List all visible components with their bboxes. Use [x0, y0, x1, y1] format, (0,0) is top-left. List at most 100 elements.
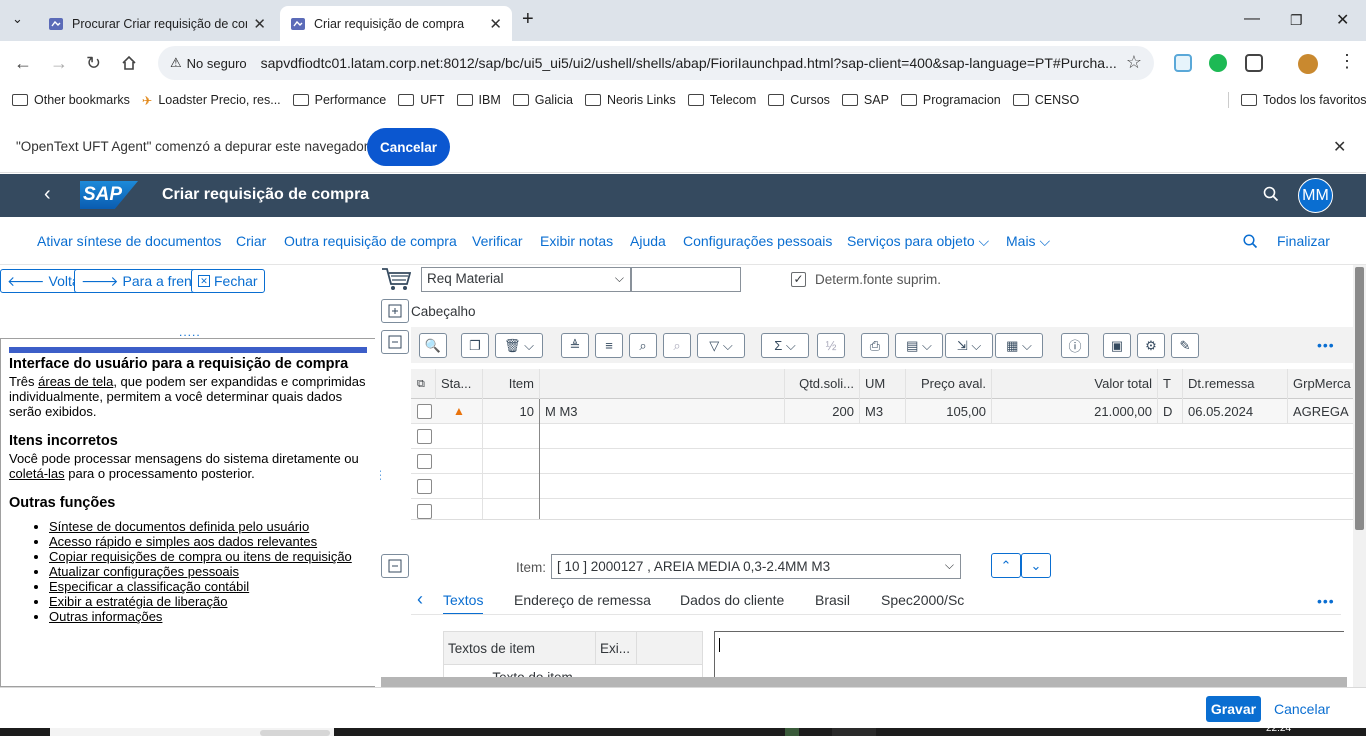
search-icon[interactable] [1263, 186, 1279, 205]
col-total[interactable]: Valor total [992, 369, 1158, 399]
filter-icon[interactable]: ▽ ⌵ [697, 333, 745, 358]
bookmark-folder[interactable]: Galicia [512, 93, 573, 107]
tab-spec2000[interactable]: Spec2000/Sc [881, 592, 964, 608]
views-icon[interactable]: ▤ ⌵ [895, 333, 943, 358]
taskbar-app[interactable] [832, 728, 876, 736]
forward-arrow-icon[interactable]: → [50, 53, 68, 74]
tab-dados-cliente[interactable]: Dados do cliente [680, 592, 784, 608]
doc-number-field[interactable] [631, 267, 741, 292]
info-icon[interactable]: ⓘ [1061, 333, 1089, 358]
print-icon[interactable]: ⎙ [861, 333, 889, 358]
page-scrollbar-thumb[interactable] [1355, 267, 1364, 530]
previous-item-button[interactable]: ⌃ [991, 553, 1021, 578]
extensions-puzzle-icon[interactable] [1245, 54, 1263, 72]
menu-verificar[interactable]: Verificar [472, 233, 523, 249]
close-tab-icon[interactable]: ✕ [253, 15, 266, 33]
select-all-icon[interactable]: ⧉ [411, 369, 436, 399]
security-indicator[interactable]: ⚠ No seguro [170, 55, 257, 71]
tab-list-icon[interactable]: ⌄ [12, 11, 23, 27]
doc-type-select[interactable]: Req Material ⌵ [421, 267, 631, 292]
tab-textos[interactable]: Textos [443, 592, 484, 615]
menu-search-icon[interactable] [1243, 234, 1258, 252]
row-checkbox[interactable] [417, 504, 432, 519]
shell-back-icon[interactable]: ‹ [44, 183, 51, 206]
expand-header-button[interactable] [381, 299, 409, 323]
reload-icon[interactable]: ↻ [86, 53, 101, 74]
find-icon[interactable]: ⌕ [629, 333, 657, 358]
save-button[interactable]: Gravar [1206, 696, 1261, 722]
cell-item[interactable]: 10 [483, 399, 540, 424]
layout-icon[interactable]: ▦ ⌵ [995, 333, 1043, 358]
bookmark-folder[interactable]: Cursos [768, 93, 830, 107]
menu-mais[interactable]: Mais ⌵ [1006, 233, 1050, 250]
col-item[interactable]: Item [483, 369, 540, 399]
shopping-cart-icon[interactable] [381, 266, 412, 295]
extension-clipboard-icon[interactable] [1174, 54, 1192, 72]
col-status[interactable]: Sta... [436, 369, 483, 399]
browser-tab-create[interactable]: Criar requisição de compra ✕ [280, 6, 512, 41]
source-determination-checkbox[interactable]: ✓ [791, 272, 806, 287]
help-link[interactable]: Especificar a classificação contábil [49, 579, 249, 594]
bookmark-folder[interactable]: CENSO [1012, 93, 1079, 107]
menu-outra-requisicao[interactable]: Outra requisição de compra [284, 233, 457, 249]
col-price[interactable]: Preço aval. [906, 369, 992, 399]
subtotal-icon[interactable]: ½ [817, 333, 845, 358]
help-link[interactable]: Acesso rápido e simples aos dados releva… [49, 534, 317, 549]
find-next-icon[interactable]: ⌕ [663, 333, 691, 358]
splitter-handle[interactable]: ..... [179, 325, 201, 339]
row-checkbox[interactable] [417, 479, 432, 494]
table-row[interactable] [411, 499, 1353, 519]
debug-cancel-button[interactable]: Cancelar [367, 128, 450, 166]
window-close-icon[interactable]: ✕ [1336, 10, 1349, 30]
more-menu-icon[interactable]: ⋮ [1338, 51, 1356, 72]
menu-servicos-objeto[interactable]: Serviços para objeto ⌵ [847, 233, 989, 250]
sap-logo[interactable]: SAP [80, 181, 138, 209]
settings-icon[interactable]: ⚙ [1137, 333, 1165, 358]
home-icon[interactable] [121, 55, 137, 76]
more-actions-icon[interactable]: ••• [1317, 337, 1335, 353]
back-arrow-icon[interactable]: ← [14, 53, 32, 74]
row-checkbox[interactable] [417, 454, 432, 469]
browser-tab-search[interactable]: Procurar Criar requisição de com ✕ [38, 6, 276, 41]
cell-material-group[interactable]: AGREGA [1288, 399, 1353, 424]
align-bottom-icon[interactable]: ≡ [595, 333, 623, 358]
help-link[interactable]: Atualizar configurações pessoais [49, 564, 239, 579]
sum-icon[interactable]: Σ ⌵ [761, 333, 809, 358]
tab-brasil[interactable]: Brasil [815, 592, 850, 608]
close-tab-icon[interactable]: ✕ [489, 15, 502, 33]
forward-button[interactable]: 🡒 Para a frente [74, 269, 211, 293]
help-link-screen-areas[interactable]: áreas de tela [38, 374, 113, 389]
bookmark-folder[interactable]: Programacion [900, 93, 1001, 107]
menu-config-pessoais[interactable]: Configurações pessoais [683, 233, 832, 249]
item-select[interactable]: [ 10 ] 2000127 , AREIA MEDIA 0,3-2.4MM M… [551, 554, 961, 579]
row-checkbox[interactable] [417, 404, 432, 419]
table-row[interactable] [411, 474, 1353, 499]
menu-ajuda[interactable]: Ajuda [630, 233, 666, 249]
help-link-collect[interactable]: coletá-las [9, 466, 65, 481]
bookmark-folder[interactable]: Neoris Links [584, 93, 676, 107]
next-item-button[interactable]: ⌄ [1021, 553, 1051, 578]
bookmark-folder[interactable]: Telecom [687, 93, 756, 107]
help-link[interactable]: Síntese de documentos definida pelo usuá… [49, 519, 309, 534]
cell-short-text[interactable]: M M3 [540, 399, 785, 424]
col-um[interactable]: UM [860, 369, 906, 399]
cell-price[interactable]: 105,00 [906, 399, 992, 424]
tabs-more-icon[interactable]: ••• [1317, 593, 1335, 609]
close-infobar-icon[interactable]: ✕ [1333, 137, 1346, 157]
bookmark-folder[interactable]: Performance [292, 93, 386, 107]
table-row[interactable] [411, 449, 1353, 474]
cell-delivery-date[interactable]: 06.05.2024 [1183, 399, 1288, 424]
col-t[interactable]: T [1158, 369, 1183, 399]
extension-green-icon[interactable] [1209, 54, 1227, 72]
all-bookmarks[interactable]: Todos los favoritos [1228, 92, 1366, 108]
profile-avatar-icon[interactable] [1298, 54, 1318, 74]
help-link[interactable]: Exibir a estratégia de liberação [49, 594, 228, 609]
cancel-button[interactable]: Cancelar [1274, 701, 1330, 717]
tab-endereco-remessa[interactable]: Endereço de remessa [514, 592, 651, 608]
col-delivery-date[interactable]: Dt.remessa [1183, 369, 1288, 399]
table-row[interactable] [411, 424, 1353, 449]
copy-icon[interactable]: ❐ [461, 333, 489, 358]
minimize-icon[interactable]: — [1244, 10, 1260, 28]
collapse-detail-button[interactable] [381, 554, 409, 578]
help-link[interactable]: Copiar requisições de compra ou itens de… [49, 549, 352, 564]
